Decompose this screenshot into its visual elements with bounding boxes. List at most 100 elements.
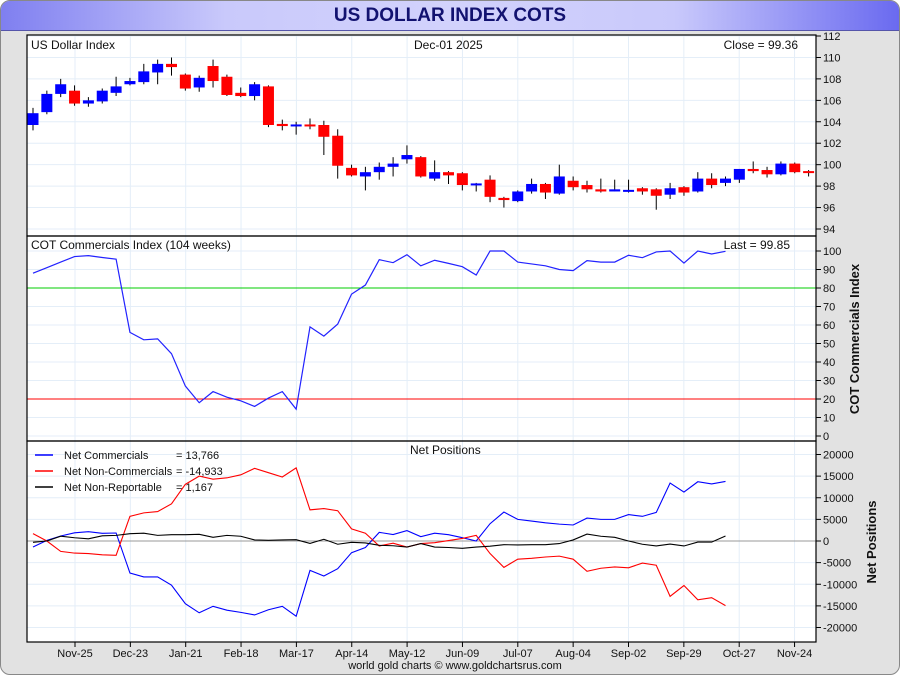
last-label: Last = 99.85 xyxy=(724,238,791,252)
x-tick-label: May-12 xyxy=(389,648,426,660)
y-tick-label: 40 xyxy=(823,357,835,369)
candle-down xyxy=(179,74,191,89)
candle-up xyxy=(775,163,787,175)
candle-down xyxy=(761,170,773,175)
y-tick-label: 60 xyxy=(823,320,835,332)
candle-up xyxy=(96,90,108,102)
candle-down xyxy=(456,173,468,186)
legend: Net Commercials = 13,766 Net Non-Commerc… xyxy=(35,450,223,494)
candle-up xyxy=(470,183,482,186)
candle-up xyxy=(359,172,371,177)
y-tick-label: 96 xyxy=(823,203,835,215)
candle-up xyxy=(720,178,731,183)
candle-up xyxy=(692,178,704,192)
y-tick-label: -5000 xyxy=(823,558,851,570)
candle-up xyxy=(249,84,261,97)
legend-value-non-reportable: = 1,167 xyxy=(176,482,213,494)
plot-area-0 xyxy=(27,35,816,236)
cot-panel-title: COT Commercials Index (104 weeks) xyxy=(31,238,231,252)
x-tick-label: Jul-07 xyxy=(503,648,533,660)
candle-down xyxy=(443,172,454,176)
candle-up xyxy=(41,93,53,113)
candle-down xyxy=(415,157,427,177)
y-tick-label: 0 xyxy=(823,431,829,443)
candle-up xyxy=(152,63,164,73)
candle-down xyxy=(650,189,662,196)
candle-up xyxy=(609,189,621,192)
x-tick-label: Mar-17 xyxy=(279,648,314,660)
plot-area-1 xyxy=(27,236,816,441)
close-label: Close = 99.36 xyxy=(724,38,799,52)
candle-down xyxy=(69,90,81,104)
y-tick-label: 106 xyxy=(823,95,841,107)
x-tick-label: Feb-18 xyxy=(224,648,259,660)
candle-down xyxy=(221,76,233,95)
candle-up xyxy=(290,124,302,127)
y-tick-label: 70 xyxy=(823,302,835,314)
legend-value-non-commercials: = -14,933 xyxy=(176,466,223,478)
y-tick-label: 110 xyxy=(823,52,841,64)
candle-down xyxy=(484,179,496,197)
candle-down xyxy=(747,168,759,172)
candle-down xyxy=(262,86,274,125)
x-tick-label: Sep-29 xyxy=(666,648,701,660)
price-panel-title: US Dollar Index xyxy=(31,38,115,52)
y-tick-label: 20000 xyxy=(823,450,854,462)
candle-down xyxy=(539,183,551,193)
y-tick-label: -20000 xyxy=(823,623,857,635)
candle-down xyxy=(332,135,344,166)
candle-down xyxy=(498,197,510,201)
net-panel-title: Net Positions xyxy=(410,443,481,457)
y-tick-label: 104 xyxy=(823,117,841,129)
legend-label-non-commercials: Net Non-Commercials xyxy=(64,466,173,478)
cot-axis-title: COT Commercials Index xyxy=(847,263,862,414)
y-tick-label: 20 xyxy=(823,394,835,406)
net-axis-title: Net Positions xyxy=(864,500,879,583)
y-tick-label: 94 xyxy=(823,224,835,236)
legend-label-commercials: Net Commercials xyxy=(64,450,149,462)
candle-up xyxy=(387,163,399,167)
x-tick-label: Jun-09 xyxy=(446,648,480,660)
candle-down xyxy=(567,180,579,188)
y-tick-label: 10000 xyxy=(823,493,854,505)
y-tick-label: 112 xyxy=(823,31,841,43)
y-tick-label: 80 xyxy=(823,283,835,295)
candle-up xyxy=(526,183,538,192)
candle-down xyxy=(276,123,288,127)
candle-down xyxy=(706,178,718,186)
candle-down xyxy=(304,124,316,127)
date-label: Dec-01 2025 xyxy=(414,38,483,52)
chart-window: US DOLLAR INDEX COTS 94 96 98 100 102 104 106 1… xyxy=(0,0,900,675)
candle-up xyxy=(55,84,67,94)
y-tick-label: 10 xyxy=(823,413,835,425)
candle-up xyxy=(110,86,122,93)
candle-down xyxy=(318,124,330,137)
x-tick-label: Nov-25 xyxy=(57,648,92,660)
candle-down xyxy=(581,185,593,190)
candle-up xyxy=(193,77,205,88)
candle-up xyxy=(82,100,94,104)
candle-up xyxy=(138,71,150,83)
candle-down xyxy=(166,63,177,68)
y-tick-label: 15000 xyxy=(823,471,854,483)
candle-up xyxy=(512,191,524,202)
credit-text: world gold charts © www.goldchartsrus.co… xyxy=(347,660,562,672)
candle-down xyxy=(235,92,247,97)
legend-value-commercials: = 13,766 xyxy=(176,450,219,462)
candle-up xyxy=(733,168,745,180)
y-tick-label: 100 xyxy=(823,246,841,258)
y-tick-label: 90 xyxy=(823,265,835,277)
candle-down xyxy=(789,163,801,173)
candle-up xyxy=(429,172,441,179)
y-tick-label: 102 xyxy=(823,138,841,150)
candle-up xyxy=(401,155,413,160)
candle-up xyxy=(27,113,39,125)
candle-down xyxy=(207,66,219,82)
y-tick-label: 100 xyxy=(823,160,841,172)
y-tick-label: 0 xyxy=(823,536,829,548)
candle-up xyxy=(553,176,565,194)
candle-up xyxy=(664,188,676,195)
candle-up xyxy=(124,81,136,85)
x-tick-label: Dec-23 xyxy=(113,648,148,660)
candle-down xyxy=(636,188,648,192)
